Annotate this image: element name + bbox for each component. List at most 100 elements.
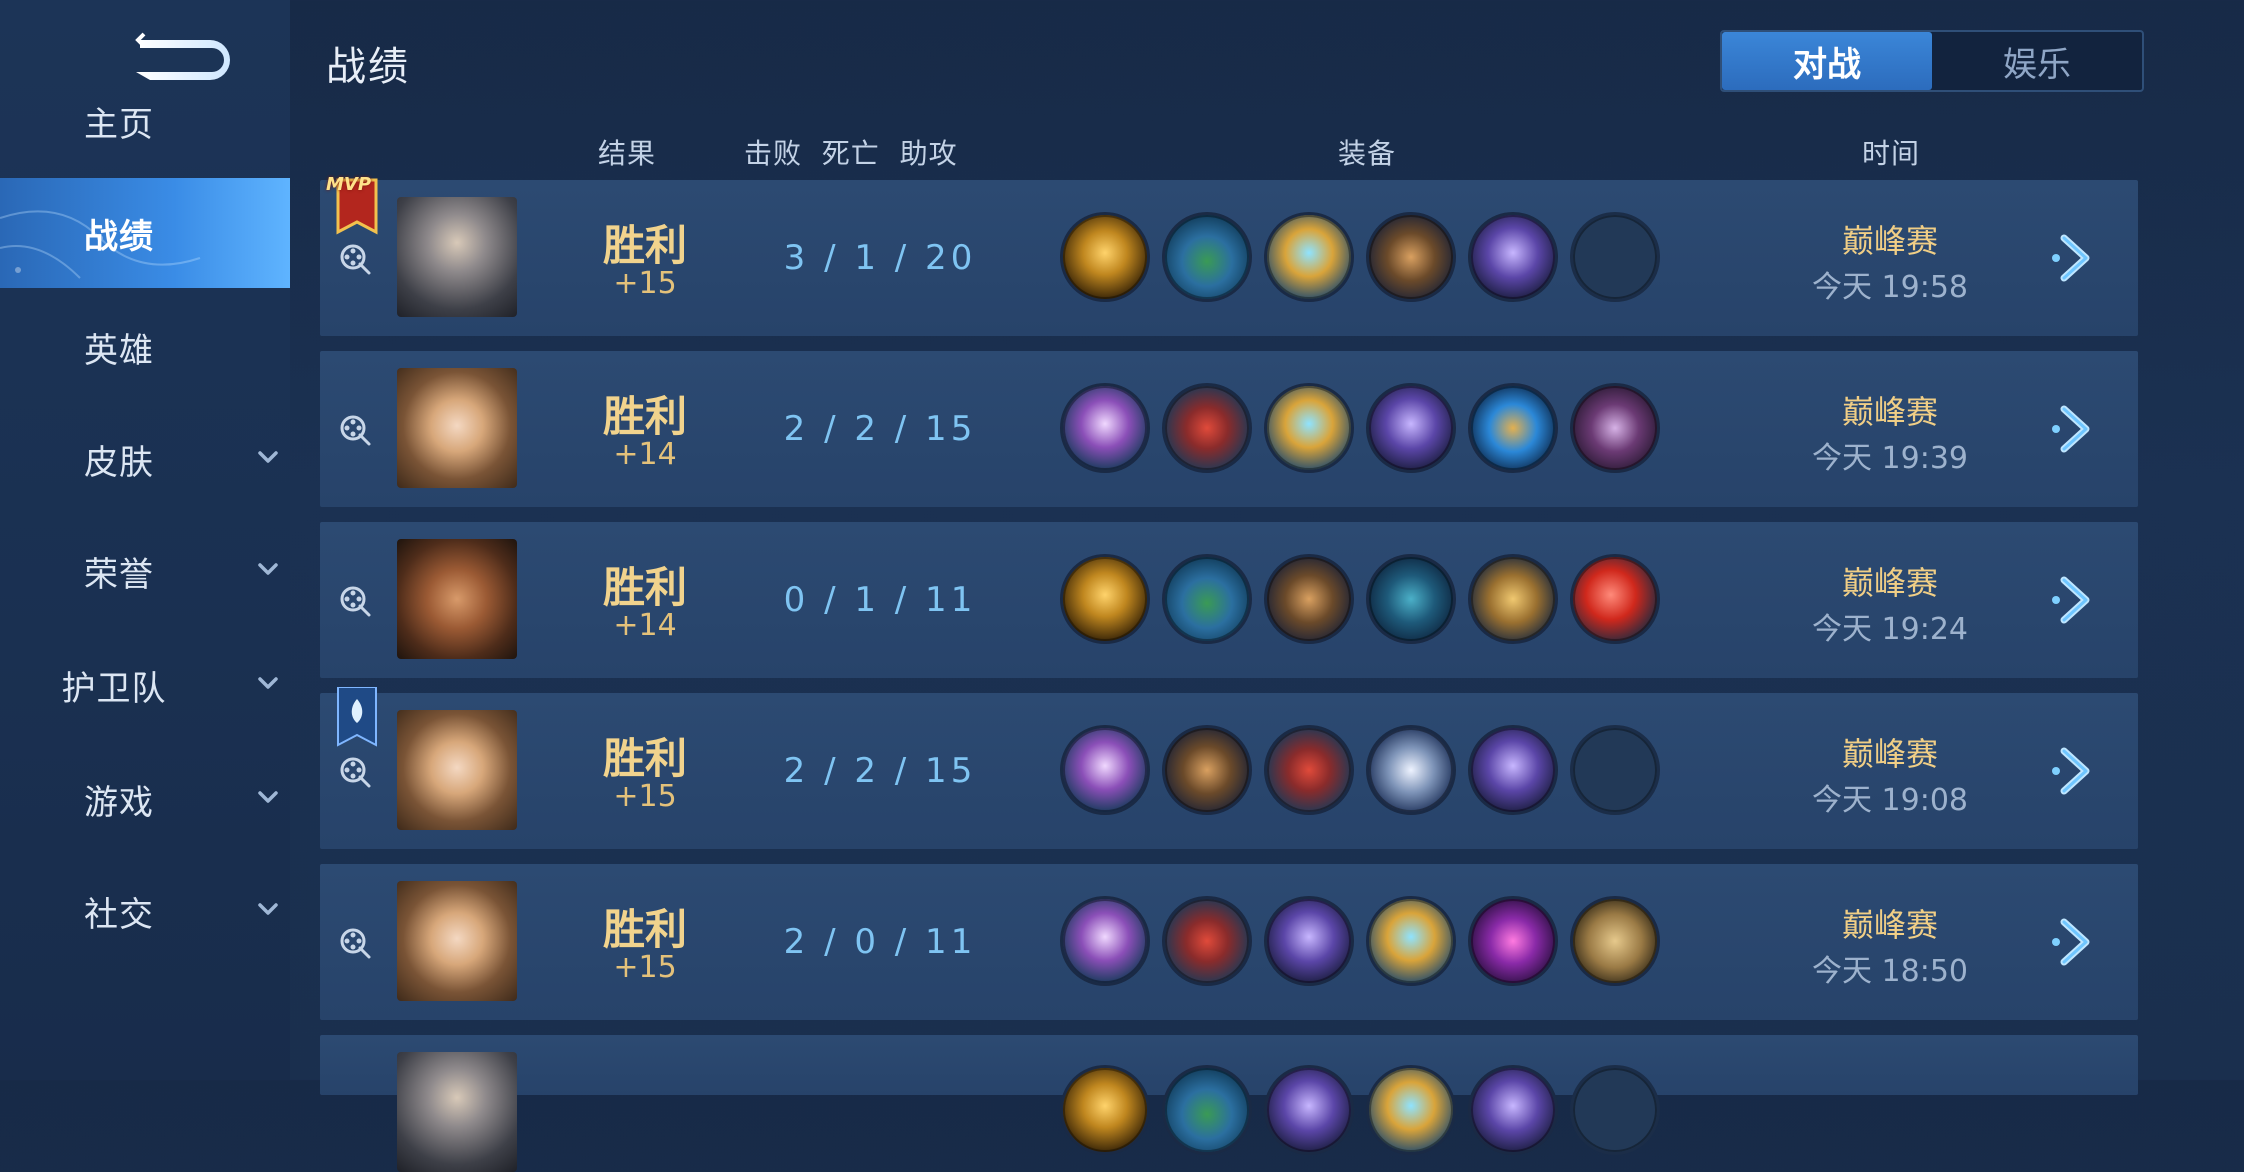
team-flag-icon xyxy=(334,686,380,753)
equipment-empty-slot xyxy=(1570,212,1660,302)
nav-item-label: 荣誉 xyxy=(84,554,154,595)
match-mode: 巅峰赛 xyxy=(1841,393,1938,431)
match-row[interactable]: 胜利 +15 2 / 2 / 15 巅峰赛今天 19:08 xyxy=(320,686,2138,849)
match-score-delta: +15 xyxy=(613,779,677,814)
hero-portrait xyxy=(397,197,517,317)
column-time: 时间 xyxy=(1862,137,1921,170)
chevron-right-icon[interactable] xyxy=(2050,745,2102,797)
replay-icon[interactable] xyxy=(338,755,372,789)
match-time: 今天 19:24 xyxy=(1812,612,1968,647)
nav-item-label: 社交 xyxy=(84,894,154,935)
equipment-purple-cloak-icon xyxy=(1366,383,1456,473)
match-row[interactable] xyxy=(320,1035,2138,1172)
hero-portrait xyxy=(397,710,517,830)
match-result: 胜利 xyxy=(602,905,687,954)
nav-item-1[interactable]: 战绩 xyxy=(0,178,290,288)
nav-item-5[interactable]: 护卫队 xyxy=(0,630,290,740)
equipment-teal-boots-icon xyxy=(1162,554,1252,644)
match-result: 胜利 xyxy=(602,221,687,270)
nav-item-label: 护卫队 xyxy=(61,668,167,709)
equipment-gold-crown-icon xyxy=(1366,1065,1456,1155)
equipment-purple-cloak-icon xyxy=(1468,212,1558,302)
sidebar: 主页战绩 英雄皮肤荣誉护卫队游戏社交 xyxy=(0,0,290,1080)
equipment-armor-chest-icon xyxy=(1162,725,1252,815)
match-score-delta: +15 xyxy=(613,950,677,985)
column-result: 结果 xyxy=(598,137,657,170)
equipment-gold-crown-icon xyxy=(1366,896,1456,986)
equipment-purple-mask-icon xyxy=(1060,896,1150,986)
equipment-teal-boots-icon xyxy=(1162,1065,1252,1155)
equipment-list xyxy=(1060,896,1660,986)
match-kda: 2 / 2 / 15 xyxy=(783,751,977,791)
match-row[interactable]: 胜利 +14 2 / 2 / 15 巅峰赛 今天 19:39 xyxy=(320,351,2138,507)
match-kda: 2 / 2 / 15 xyxy=(783,409,977,449)
hero-portrait xyxy=(397,539,517,659)
equipment-gold-robe-icon xyxy=(1468,554,1558,644)
tab-battle[interactable]: 对战 xyxy=(1722,32,1932,90)
equipment-purple-cloak-icon xyxy=(1468,725,1558,815)
match-time: 今天 19:08 xyxy=(1812,783,1968,818)
equipment-gold-shield-icon xyxy=(1060,1065,1150,1155)
replay-icon[interactable] xyxy=(338,413,372,447)
column-kda: 击败 死亡 助攻 xyxy=(744,137,958,170)
equipment-purple-cloak-icon xyxy=(1264,1065,1354,1155)
replay-icon[interactable] xyxy=(338,584,372,618)
equipment-purple-mask-icon xyxy=(1060,383,1150,473)
nav-item-3[interactable]: 皮肤 xyxy=(0,404,290,514)
replay-icon[interactable] xyxy=(338,242,372,276)
equipment-silver-mask-icon xyxy=(1366,725,1456,815)
mvp-label: MVP xyxy=(326,174,372,195)
chevron-right-icon[interactable] xyxy=(2050,232,2102,284)
equipment-red-scarf-icon xyxy=(1264,725,1354,815)
equipment-list xyxy=(1060,212,1660,302)
chevron-right-icon[interactable] xyxy=(2050,403,2102,455)
chevron-down-icon xyxy=(255,670,281,696)
equipment-gold-shield-icon xyxy=(1060,212,1150,302)
tab-entertainment[interactable]: 娱乐 xyxy=(1932,32,2142,90)
match-mode: 巅峰赛 xyxy=(1841,906,1938,944)
match-score-delta: +15 xyxy=(613,266,677,301)
match-row[interactable]: MVP 胜利 +15 3 / 1 / 20 巅峰赛 今天 19:58 xyxy=(320,174,2138,336)
chevron-right-icon[interactable] xyxy=(2050,916,2102,968)
replay-icon[interactable] xyxy=(338,926,372,960)
equipment-gold-shield-icon xyxy=(1060,554,1150,644)
chevron-down-icon xyxy=(255,556,281,582)
chevron-down-icon xyxy=(255,784,281,810)
nav-item-label: 主页 xyxy=(84,104,154,145)
equipment-armor-chest-icon xyxy=(1264,554,1354,644)
equipment-list xyxy=(1060,554,1660,644)
match-row[interactable]: 胜利 +15 2 / 0 / 11 巅峰赛今天 18:50 xyxy=(320,864,2138,1020)
chevron-right-icon[interactable] xyxy=(2050,574,2102,626)
equipment-teal-boots-icon xyxy=(1162,212,1252,302)
nav-item-2[interactable]: 英雄 xyxy=(0,292,290,402)
nav-item-6[interactable]: 游戏 xyxy=(0,744,290,854)
equipment-purple-cloak-icon xyxy=(1264,896,1354,986)
match-mode: 巅峰赛 xyxy=(1841,222,1938,260)
match-score-delta: +14 xyxy=(613,437,677,472)
mvp-badge: MVP xyxy=(326,174,382,240)
match-kda: 3 / 1 / 20 xyxy=(783,238,977,278)
equipment-blue-orb-icon xyxy=(1468,383,1558,473)
nav-item-0[interactable]: 主页 xyxy=(0,66,290,176)
match-kda: 0 / 1 / 11 xyxy=(783,580,977,620)
match-result: 胜利 xyxy=(602,563,687,612)
nav-item-7[interactable]: 社交 xyxy=(0,856,290,966)
match-time: 今天 18:50 xyxy=(1812,954,1968,989)
equipment-gold-crown-icon xyxy=(1264,212,1354,302)
equipment-list xyxy=(1060,383,1660,473)
nav-item-4[interactable]: 荣誉 xyxy=(0,516,290,626)
match-mode: 巅峰赛 xyxy=(1841,735,1938,773)
equipment-empty-slot xyxy=(1570,725,1660,815)
match-result: 胜利 xyxy=(602,392,687,441)
match-score-delta: +14 xyxy=(613,608,677,643)
mode-tabs: 对战 娱乐 xyxy=(1720,30,2144,92)
match-result: 胜利 xyxy=(602,734,687,783)
equipment-red-scarf-icon xyxy=(1162,383,1252,473)
equipment-empty-slot xyxy=(1570,1065,1660,1155)
match-row[interactable]: 胜利 +14 0 / 1 / 11 巅峰赛 今天 19:24 xyxy=(320,522,2138,678)
nav-item-label: 皮肤 xyxy=(84,442,154,483)
equipment-armor-chest-icon xyxy=(1366,212,1456,302)
match-kda: 2 / 0 / 11 xyxy=(783,922,977,962)
equipment-purple-mask-icon xyxy=(1060,725,1150,815)
equipment-green-hood-icon xyxy=(1366,554,1456,644)
